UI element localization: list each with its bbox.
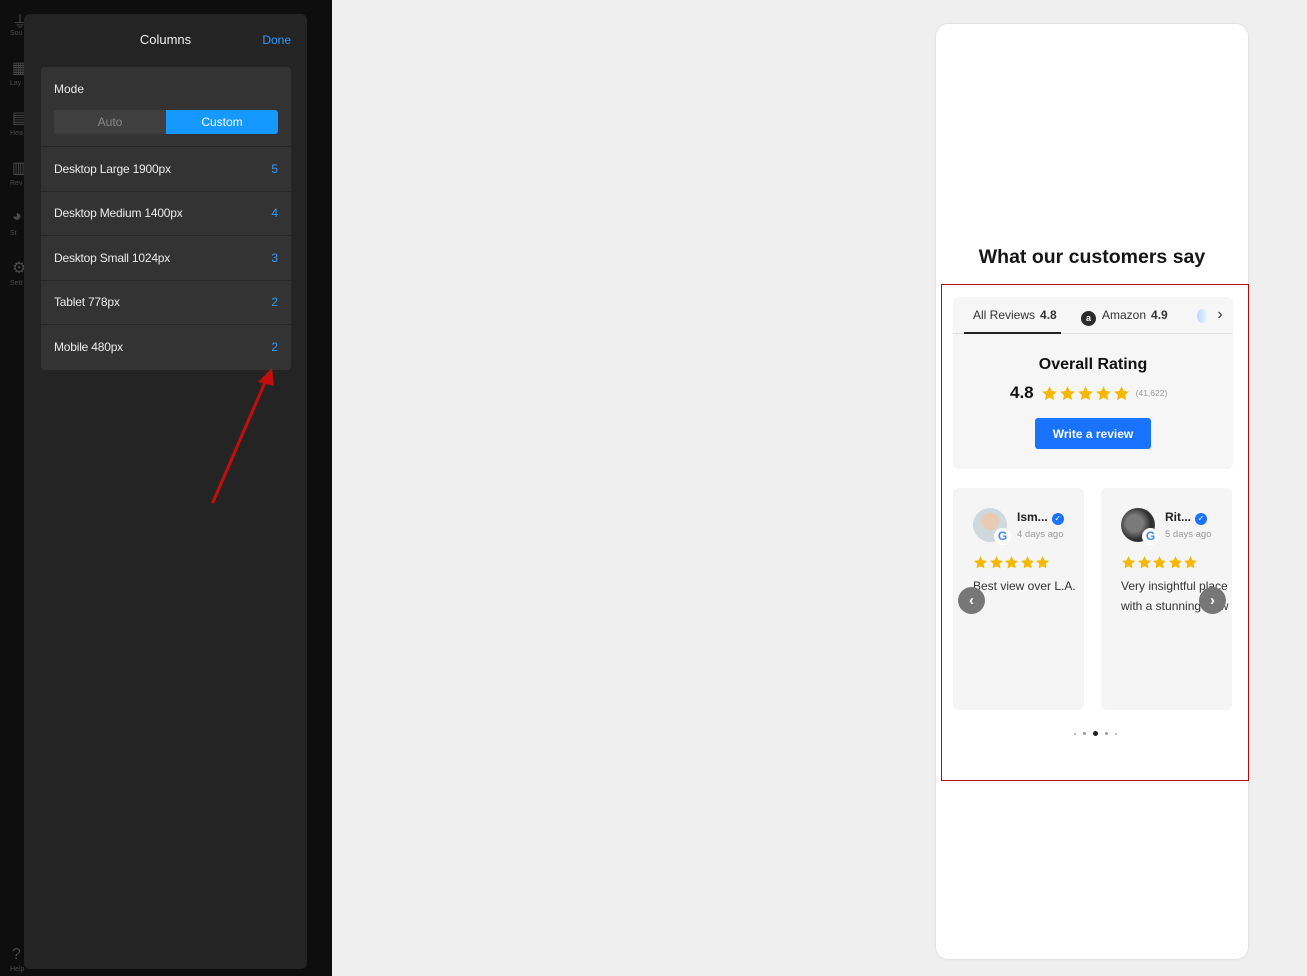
review-count: (41,622) (1135, 388, 1168, 398)
columns-settings-card: Mode Auto Custom Desktop Large 1900px 5 … (41, 67, 291, 370)
tab-rating: 4.8 (1040, 308, 1057, 322)
review-time: 5 days ago (1165, 529, 1212, 540)
rail-label-style: St (10, 230, 17, 237)
rail-label-layout: Lay (10, 80, 22, 87)
tab-label: All Reviews (973, 308, 1036, 322)
breakpoint-value[interactable]: 2 (271, 295, 278, 309)
write-review-button[interactable]: Write a review (1035, 418, 1151, 449)
rail-label-settings: Sett (10, 280, 23, 287)
breakpoint-value[interactable]: 4 (271, 206, 278, 220)
carousel-dot[interactable] (1082, 732, 1086, 735)
tab-rating: 4.9 (1151, 308, 1168, 322)
review-time: 4 days ago (1017, 529, 1064, 540)
overall-rating-title: Overall Rating (1038, 356, 1148, 373)
reviewer-name-text: Ism... (1017, 510, 1048, 524)
star-icon (1121, 555, 1136, 570)
mode-auto-button[interactable]: Auto (54, 110, 166, 134)
overall-rating-value: 4.8 (1010, 383, 1034, 402)
done-button[interactable]: Done (262, 33, 291, 47)
star-icon (1113, 385, 1130, 402)
tab-label: Amazon (1102, 308, 1147, 322)
source-tabs: All Reviews 4.8 a Amazon 4.9 › (953, 297, 1233, 334)
star-icon (1137, 555, 1152, 570)
breakpoint-label: Desktop Large 1900px (54, 161, 171, 176)
star-icon (1152, 555, 1167, 570)
overall-rating-line: 4.8 (41,622) (1010, 383, 1167, 403)
section-title: What our customers say (978, 246, 1206, 268)
star-icon (1168, 555, 1183, 570)
tab-amazon[interactable]: a Amazon 4.9 (1081, 308, 1168, 326)
rail-label-source: Sou (10, 30, 23, 37)
breakpoint-label: Tablet 778px (54, 295, 120, 310)
reviewer-name[interactable]: Ism... ✓ (1017, 510, 1064, 525)
mode-block: Mode Auto Custom (41, 67, 291, 147)
breakpoint-label: Mobile 480px (54, 340, 123, 355)
carousel-dot[interactable] (1114, 732, 1117, 735)
carousel-next-button[interactable]: › (1199, 587, 1226, 614)
review-stars (973, 555, 1051, 570)
breakpoint-desktop-large[interactable]: Desktop Large 1900px 5 (41, 147, 291, 192)
rating-summary-card: All Reviews 4.8 a Amazon 4.9 › Overall Rati… (953, 297, 1233, 469)
star-icon (989, 555, 1004, 570)
star-icon (1059, 385, 1076, 402)
carousel-dot[interactable] (1104, 732, 1108, 735)
breakpoint-label: Desktop Medium 1400px (54, 206, 183, 221)
google-icon: G (994, 528, 1011, 545)
star-icon (1004, 555, 1019, 570)
mode-segmented-control: Auto Custom (54, 110, 278, 134)
review-stars (1121, 555, 1199, 570)
star-icon (1035, 555, 1050, 570)
star-icon (1077, 385, 1094, 402)
overall-stars (1041, 385, 1131, 402)
panel-header: Columns Done (24, 14, 307, 66)
carousel-prev-button[interactable]: ‹ (958, 587, 985, 614)
star-icon (973, 555, 988, 570)
reviewer-name[interactable]: Rit... ✓ (1165, 510, 1207, 525)
breakpoint-desktop-small[interactable]: Desktop Small 1024px 3 (41, 236, 291, 281)
breakpoint-tablet[interactable]: Tablet 778px 2 (41, 281, 291, 325)
rail-label-help: Help (10, 966, 25, 973)
mode-custom-button[interactable]: Custom (166, 110, 278, 134)
annotation-arrow (211, 368, 274, 504)
tab-all-reviews[interactable]: All Reviews 4.8 (973, 308, 1057, 322)
google-icon: G (1142, 528, 1159, 545)
verified-badge-icon: ✓ (1195, 513, 1207, 525)
breakpoint-desktop-medium[interactable]: Desktop Medium 1400px 4 (41, 192, 291, 236)
breakpoint-label: Desktop Small 1024px (54, 250, 171, 265)
active-tab-indicator (964, 332, 1061, 334)
amazon-icon: a (1081, 311, 1096, 326)
rail-label-header: Hea (10, 130, 23, 137)
star-icon (1020, 555, 1035, 570)
partial-tab-source-icon[interactable] (1197, 309, 1207, 323)
review-text: Best view over L.A. (973, 579, 1076, 593)
mode-label: Mode (54, 82, 85, 96)
verified-badge-icon: ✓ (1051, 513, 1064, 525)
carousel-dot[interactable] (1092, 731, 1098, 736)
breakpoint-value[interactable]: 2 (271, 340, 278, 354)
reviews-widget-frame: All Reviews 4.8 a Amazon 4.9 › Overall Rati… (941, 284, 1249, 781)
breakpoint-value[interactable]: 5 (271, 162, 278, 176)
carousel-dot[interactable] (1073, 732, 1076, 735)
star-icon (1095, 385, 1112, 402)
rail-label-reviews: Rev (10, 180, 23, 187)
star-icon (1183, 555, 1198, 570)
widget-preview: What our customers say All Reviews 4.8 aA… (936, 24, 1249, 959)
chevron-right-icon[interactable]: › (1207, 297, 1233, 333)
carousel-dots (942, 731, 1248, 736)
breakpoint-value[interactable]: 3 (271, 251, 278, 265)
star-icon (1041, 385, 1058, 402)
reviewer-name-text: Rit... (1165, 510, 1191, 524)
